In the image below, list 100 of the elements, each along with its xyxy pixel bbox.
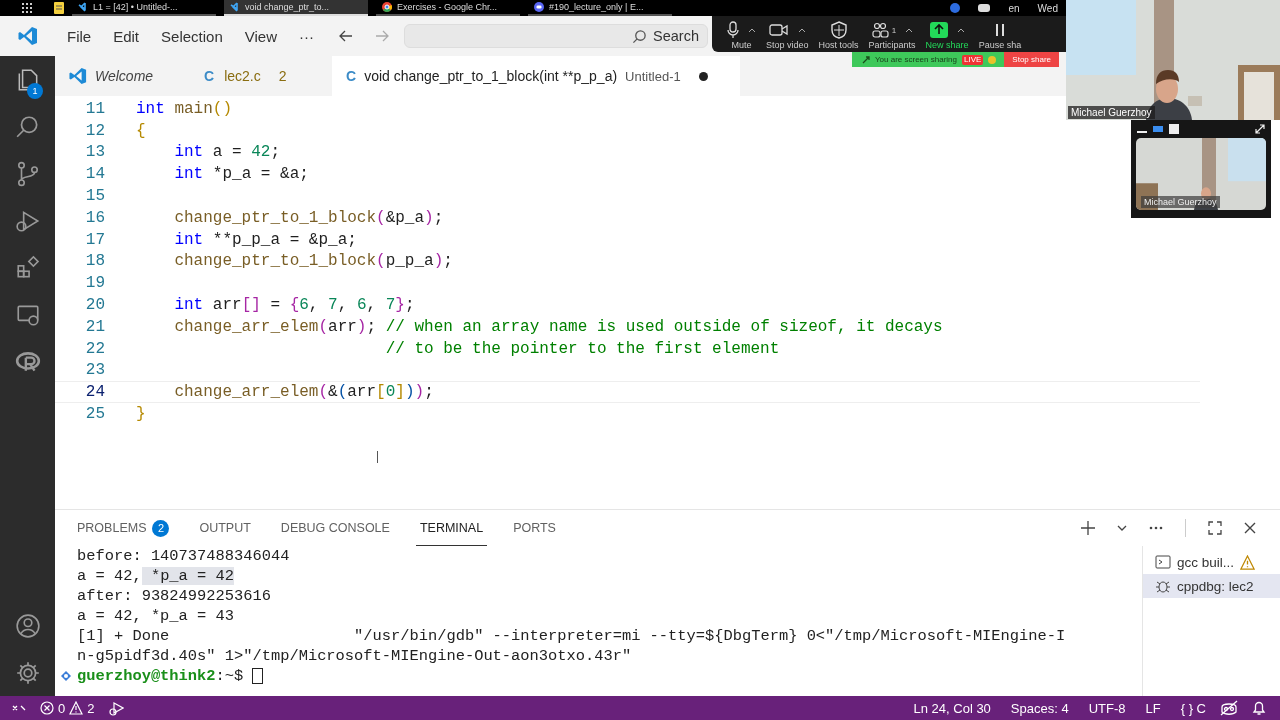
menu-item[interactable]: File <box>56 27 103 45</box>
settings-icon[interactable] <box>14 659 41 686</box>
line-number: 22 <box>84 339 105 358</box>
panel-tab[interactable]: PROBLEMS 2 <box>73 510 174 546</box>
terminal-cursor-icon <box>252 668 264 684</box>
editor-tab[interactable]: Welcome <box>55 56 190 96</box>
chrome-logo-icon <box>382 2 392 12</box>
line-number: 14 <box>84 165 105 184</box>
keyboard-language[interactable]: en <box>1008 2 1020 14</box>
panel-tab[interactable]: PORTS <box>509 510 560 546</box>
clock-day[interactable]: Wed <box>1037 2 1058 14</box>
caret-icon[interactable] <box>748 27 756 33</box>
line-number: 17 <box>84 230 105 249</box>
editor-tab[interactable]: C lec2.c 2 <box>190 56 332 96</box>
panel-tab[interactable]: DEBUG CONSOLE <box>276 510 394 546</box>
code-line: int a = 42; <box>173 143 281 162</box>
meeting-control-button[interactable]: Mute <box>722 20 761 50</box>
terminal-text: a = 42, *p_a = 43 <box>77 607 234 625</box>
encoding-status[interactable]: UTF-8 <box>1088 700 1126 716</box>
prompt-marker-icon <box>61 671 71 681</box>
status-dot-icon <box>988 55 997 64</box>
bell-icon[interactable] <box>1252 700 1266 716</box>
maximize-icon[interactable] <box>1208 521 1222 535</box>
video-camera-icon <box>768 23 789 37</box>
meeting-control-button[interactable]: 1 Participants <box>863 20 921 50</box>
line-number: 12 <box>84 121 105 140</box>
language-mode[interactable]: { } C <box>1180 700 1206 716</box>
zoom-tray-icon[interactable] <box>950 3 961 13</box>
people-icon <box>870 22 889 38</box>
terminal-text: [1] + Done "/usr/bin/gdb" --interpreter=mi --tty=${DbgTerm} 0<"/tmp/Microsoft-MIEngine-I <box>77 627 1066 645</box>
line-number: 16 <box>84 208 105 227</box>
pause-icon <box>993 23 1006 37</box>
microphone-icon <box>727 21 739 39</box>
vscode-logo-icon <box>230 2 240 12</box>
terminal-text: after: 93824992253616 <box>77 587 271 605</box>
caret-icon[interactable] <box>956 27 965 33</box>
expand-icon[interactable] <box>1255 124 1265 134</box>
indentation-status[interactable]: Spaces: 4 <box>1010 700 1069 716</box>
terminal-text: a = 42, <box>77 567 142 585</box>
debug-icon[interactable] <box>108 700 125 716</box>
code-line: int main() <box>136 99 232 118</box>
search-icon <box>632 28 648 44</box>
bug-icon <box>1155 578 1171 594</box>
gamepad-icon[interactable] <box>978 4 991 12</box>
problems-status[interactable]: 0 2 <box>40 700 95 716</box>
line-number: 13 <box>84 143 105 162</box>
taskbar-window[interactable]: void change_ptr_to... <box>224 0 368 16</box>
cursor-position[interactable]: Ln 24, Col 30 <box>913 700 991 716</box>
line-number: 15 <box>84 187 105 206</box>
code-line: change_arr_elem(arr); // when an array name is used outside of sizeof, it decays <box>173 317 943 336</box>
vscode-logo-icon <box>78 2 88 12</box>
code-line: int **p_p_a = &p_a; <box>173 230 357 249</box>
warning-icon <box>69 701 84 715</box>
line-number: 24 <box>84 383 105 402</box>
meeting-control-button[interactable]: Stop video <box>761 20 814 50</box>
line-number: 25 <box>84 405 105 424</box>
prompt-path: :~$ <box>215 666 244 686</box>
meeting-control-button[interactable]: Host tools <box>813 20 864 50</box>
menu-item[interactable]: View <box>233 27 288 45</box>
apps-grid-icon[interactable] <box>22 3 32 13</box>
account-icon[interactable] <box>14 612 41 639</box>
terminal-text: *p_a = 42 <box>141 567 234 585</box>
notification-badge: 1 <box>27 83 43 99</box>
menu-item[interactable]: Edit <box>102 27 151 45</box>
editor-tab[interactable]: C void change_ptr_to_1_block(int **p_p_a) Untitled-1 <box>332 56 740 96</box>
meeting-control-button[interactable]: Pause sha <box>973 20 1027 50</box>
panel-tab[interactable]: TERMINAL <box>415 510 488 546</box>
menu-item[interactable]: ··· <box>288 27 325 45</box>
sharing-notice: You are screen sharing LIVE <box>852 52 1005 67</box>
search-field[interactable]: Search <box>404 24 708 48</box>
terminal-text: before: 140737488346044 <box>77 547 290 565</box>
line-number: 20 <box>84 296 105 315</box>
vscode-logo-icon <box>18 26 38 46</box>
terminal-icon <box>1155 554 1171 570</box>
line-ending-status[interactable]: LF <box>1145 700 1161 716</box>
discord-logo-icon <box>534 2 544 12</box>
caret-icon[interactable] <box>797 27 806 33</box>
close-icon[interactable] <box>1244 522 1256 534</box>
plus-icon[interactable] <box>1081 521 1095 535</box>
participant-name: Michael Guerzhoy <box>1141 196 1220 208</box>
file-type-icon: C <box>204 68 215 84</box>
line-number: 19 <box>84 274 105 293</box>
copilot-icon[interactable] <box>1220 700 1238 716</box>
terminal-list-item[interactable]: gcc buil... <box>1143 550 1280 574</box>
back-arrow-icon[interactable] <box>338 28 354 44</box>
speaker-view-icon[interactable] <box>1153 124 1163 134</box>
chevron-down-icon[interactable] <box>1117 525 1127 531</box>
panel-tab[interactable]: OUTPUT <box>195 510 255 546</box>
code-line: change_arr_elem(&(arr[0])); <box>173 383 434 402</box>
meeting-control-button[interactable]: New share <box>920 20 974 50</box>
code-line: } <box>136 405 146 424</box>
menu-item[interactable]: Selection <box>150 27 234 45</box>
vscode-logo-icon <box>69 67 87 85</box>
text-cursor-icon <box>377 451 380 463</box>
caret-icon[interactable] <box>905 27 914 33</box>
arrow-icon <box>862 55 870 64</box>
more-icon[interactable] <box>1149 526 1163 530</box>
terminal-list-item[interactable]: cppdbg: lec2 <box>1143 574 1280 598</box>
live-badge: LIVE <box>962 54 984 65</box>
stop-share-button[interactable]: Stop share <box>1004 52 1060 67</box>
